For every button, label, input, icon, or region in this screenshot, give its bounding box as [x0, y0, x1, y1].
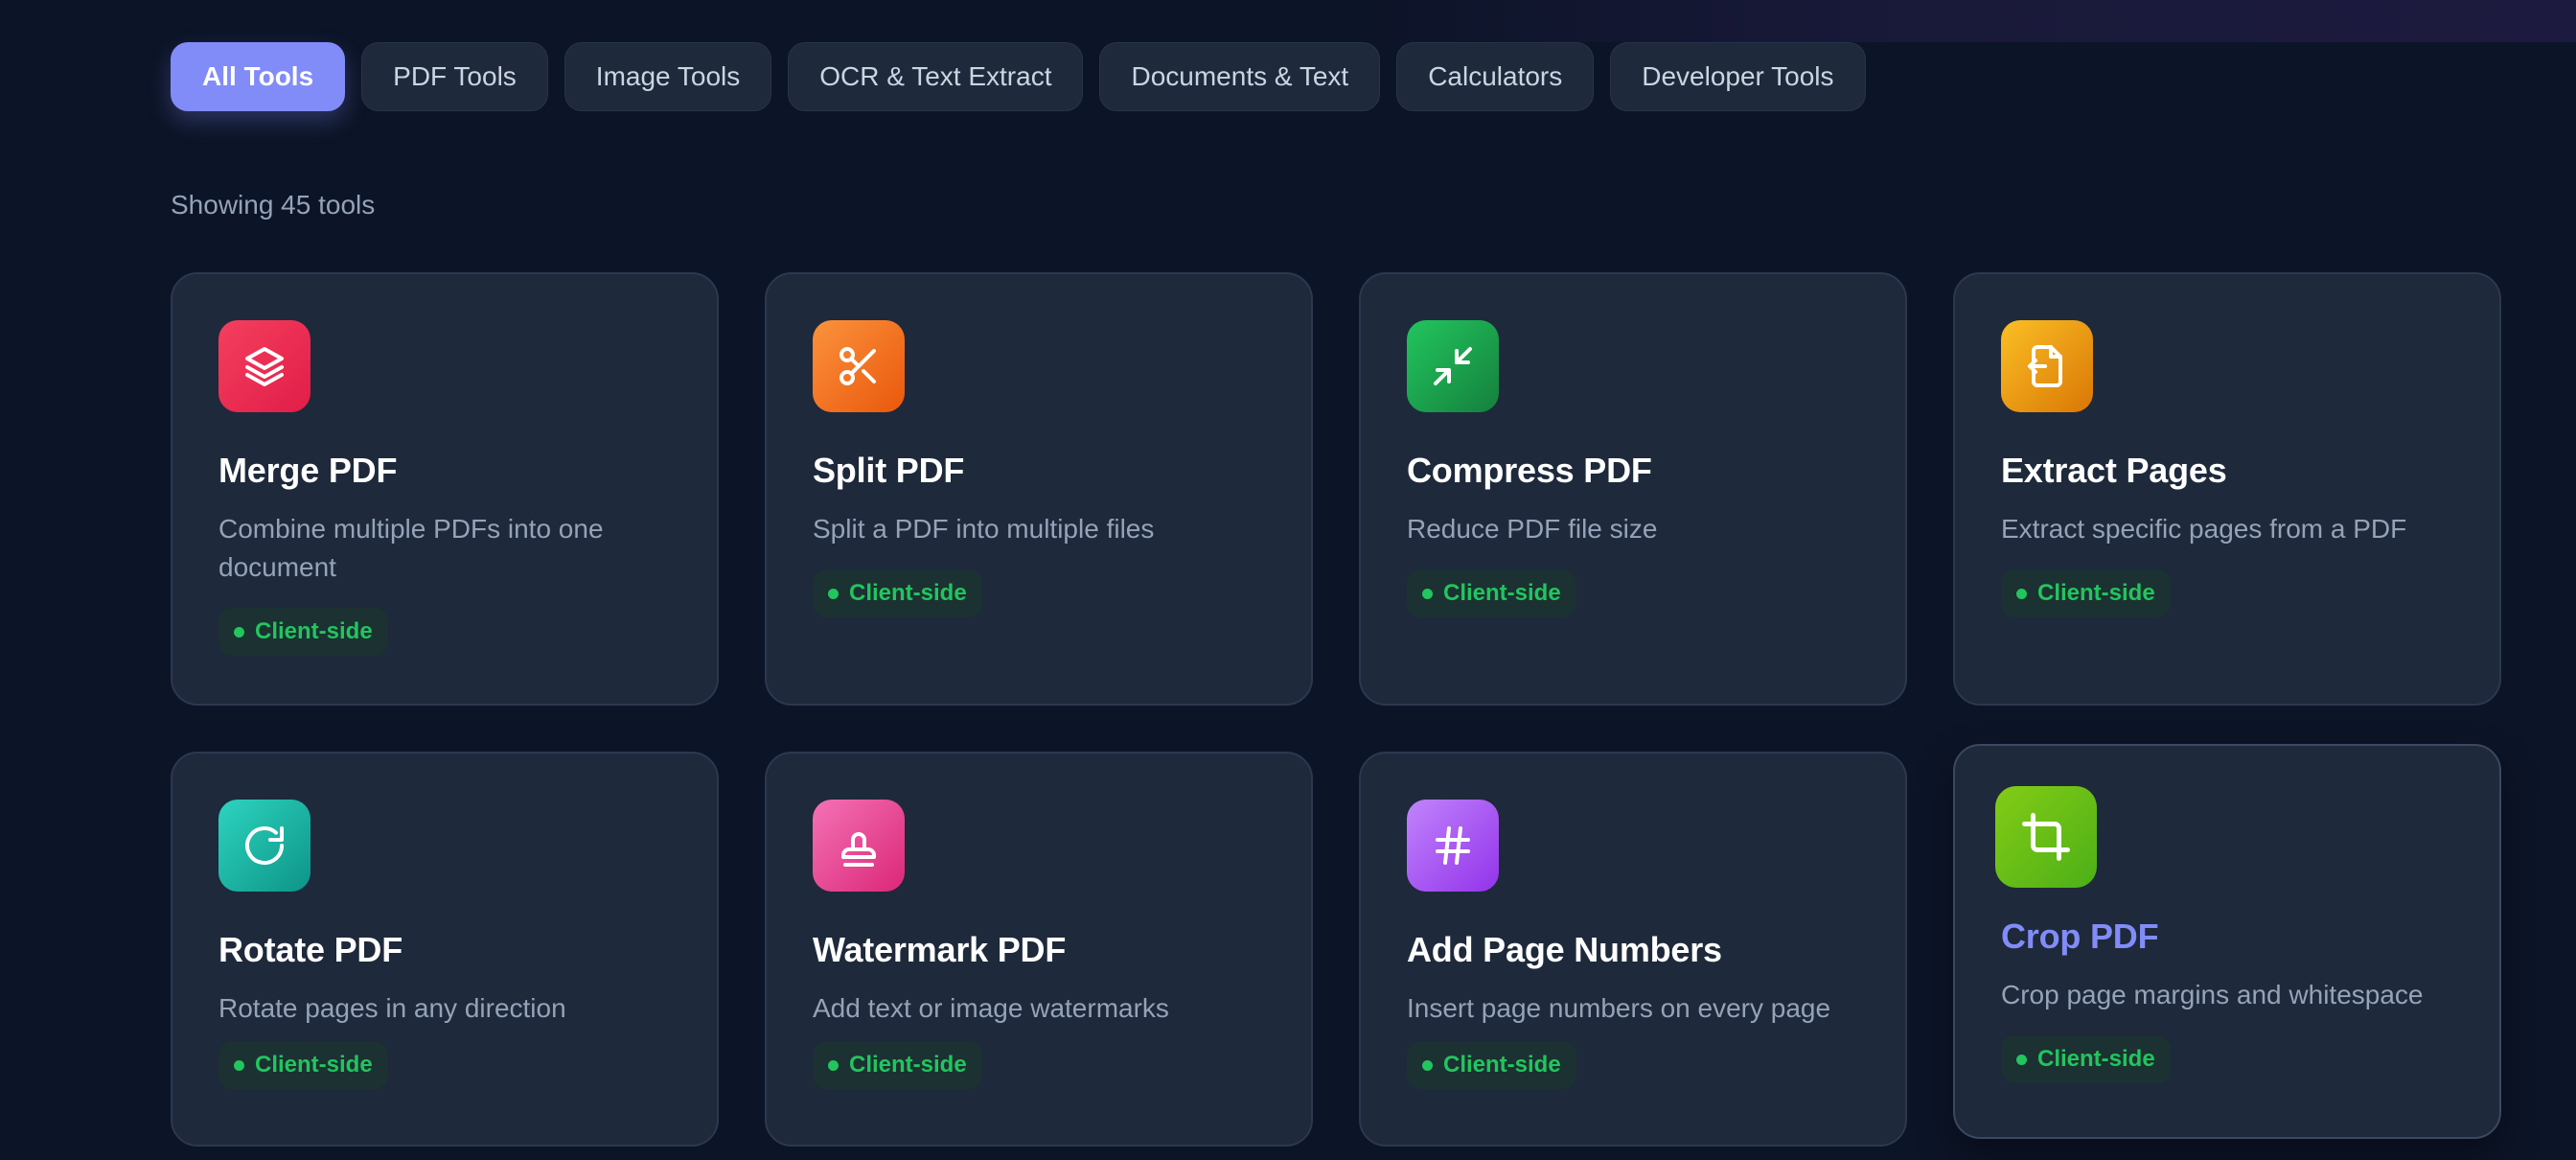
client-side-badge: Client-side: [813, 569, 982, 617]
tool-card-compress-pdf[interactable]: Compress PDF Reduce PDF file size Client…: [1359, 272, 1907, 706]
client-side-badge: Client-side: [1407, 1041, 1576, 1089]
tool-title: Extract Pages: [2001, 451, 2227, 490]
tool-card-rotate-pdf[interactable]: Rotate PDF Rotate pages in any direction…: [171, 752, 719, 1147]
tab-calculators[interactable]: Calculators: [1396, 42, 1595, 111]
badge-label: Client-side: [255, 618, 373, 644]
tool-description: Combine multiple PDFs into one document: [218, 514, 604, 582]
tool-title: Crop PDF: [2001, 916, 2159, 956]
badge-label: Client-side: [2037, 1046, 2155, 1072]
client-side-badge: Client-side: [1407, 569, 1576, 617]
tab-image-tools[interactable]: Image Tools: [564, 42, 772, 111]
status-dot: [1422, 589, 1433, 599]
tab-all-tools[interactable]: All Tools: [171, 42, 346, 111]
rotate-icon: [218, 800, 310, 892]
tool-title: Split PDF: [813, 451, 965, 490]
tab-documents-text[interactable]: Documents & Text: [1099, 42, 1381, 111]
badge-label: Client-side: [2037, 580, 2155, 606]
status-dot: [234, 1060, 244, 1071]
tool-card-add-page-numbers[interactable]: Add Page Numbers Insert page numbers on …: [1359, 752, 1907, 1147]
tool-card-crop-pdf[interactable]: Crop PDF Crop page margins and whitespac…: [1953, 744, 2501, 1139]
tool-title: Compress PDF: [1407, 451, 1652, 490]
status-dot: [234, 627, 244, 638]
file-export-icon: [2001, 320, 2093, 412]
tool-card-split-pdf[interactable]: Split PDF Split a PDF into multiple file…: [765, 272, 1313, 706]
tool-title: Merge PDF: [218, 451, 398, 490]
tool-card-merge-pdf[interactable]: Merge PDF Combine multiple PDFs into one…: [171, 272, 719, 706]
badge-label: Client-side: [849, 580, 967, 606]
tool-description: Rotate pages in any direction: [218, 993, 566, 1023]
minimize-arrows-icon: [1407, 320, 1499, 412]
client-side-badge: Client-side: [218, 1041, 388, 1089]
status-dot: [2016, 589, 2027, 599]
tab-developer-tools[interactable]: Developer Tools: [1610, 42, 1866, 111]
tool-description: Crop page margins and whitespace: [2001, 980, 2424, 1009]
badge-label: Client-side: [255, 1052, 373, 1078]
tool-title: Watermark PDF: [813, 930, 1067, 969]
badge-label: Client-side: [1443, 580, 1561, 606]
crop-icon: [1995, 786, 2097, 888]
tool-card-watermark-pdf[interactable]: Watermark PDF Add text or image watermar…: [765, 752, 1313, 1147]
tool-description: Insert page numbers on every page: [1407, 993, 1831, 1023]
tool-description: Reduce PDF file size: [1407, 514, 1658, 544]
status-dot: [2016, 1055, 2027, 1065]
tab-ocr-text-extract[interactable]: OCR & Text Extract: [788, 42, 1084, 111]
tool-title: Rotate PDF: [218, 930, 403, 969]
badge-label: Client-side: [849, 1052, 967, 1078]
client-side-badge: Client-side: [218, 608, 388, 656]
category-tabs: All Tools PDF Tools Image Tools OCR & Te…: [171, 42, 1866, 111]
results-count: Showing 45 tools: [171, 190, 376, 220]
tab-pdf-tools[interactable]: PDF Tools: [361, 42, 548, 111]
scissors-icon: [813, 320, 905, 412]
status-dot: [828, 1060, 839, 1071]
client-side-badge: Client-side: [2001, 1035, 2171, 1083]
client-side-badge: Client-side: [813, 1041, 982, 1089]
tool-title: Add Page Numbers: [1407, 930, 1722, 969]
tool-description: Add text or image watermarks: [813, 993, 1169, 1023]
client-side-badge: Client-side: [2001, 569, 2171, 617]
tool-description: Split a PDF into multiple files: [813, 514, 1155, 544]
layers-icon: [218, 320, 310, 412]
badge-label: Client-side: [1443, 1052, 1561, 1078]
status-dot: [828, 589, 839, 599]
status-dot: [1422, 1060, 1433, 1071]
tool-card-extract-pages[interactable]: Extract Pages Extract specific pages fro…: [1953, 272, 2501, 706]
hash-icon: [1407, 800, 1499, 892]
tool-description: Extract specific pages from a PDF: [2001, 514, 2407, 544]
header-glow: [1342, 0, 2576, 42]
stamp-icon: [813, 800, 905, 892]
